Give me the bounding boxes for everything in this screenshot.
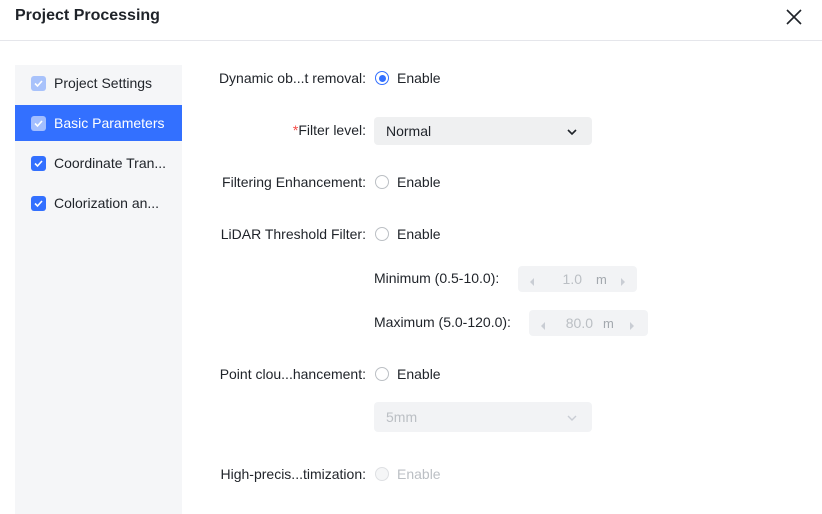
radio-selected-icon (375, 71, 389, 85)
radio-unselected-icon (375, 175, 389, 189)
sidebar-item-project-settings[interactable]: Project Settings (15, 65, 182, 101)
radio-unselected-icon (375, 367, 389, 381)
dialog-title: Project Processing (15, 7, 160, 24)
sidebar-item-label: Colorization an... (54, 195, 160, 211)
radio-label: Enable (397, 70, 441, 86)
point-cloud-resolution-select[interactable]: 5mm (374, 402, 592, 432)
filtering-enhancement-label: Filtering Enhancement: (222, 174, 366, 190)
radio-disabled-icon (375, 467, 389, 481)
minimum-label: Minimum (0.5-10.0): (374, 270, 500, 286)
increment-icon[interactable] (619, 274, 627, 286)
dynamic-object-removal-radio[interactable]: Enable (375, 70, 441, 86)
maximum-label: Maximum (5.0-120.0): (374, 314, 511, 330)
radio-label: Enable (397, 466, 441, 482)
sidebar-item-label: Coordinate Tran... (54, 155, 167, 171)
point-cloud-enhancement-label: Point clou...hancement: (219, 366, 366, 382)
close-icon[interactable] (784, 7, 804, 27)
sidebar-item-colorization[interactable]: Colorization an... (15, 185, 182, 221)
filter-level-value: Normal (386, 123, 432, 139)
point-cloud-enhancement-radio[interactable]: Enable (375, 366, 441, 382)
sidebar-item-coordinate-transformation[interactable]: Coordinate Tran... (15, 145, 182, 181)
chevron-down-icon (566, 411, 578, 423)
maximum-stepper[interactable]: 80.0 m (529, 310, 648, 336)
checkbox-checked-icon (31, 195, 46, 211)
dialog-header: Project Processing (0, 0, 822, 41)
checkbox-checked-icon (31, 115, 46, 131)
maximum-unit: m (603, 315, 614, 331)
checkbox-checked-icon (31, 75, 46, 91)
filter-level-label-text: Filter level: (298, 122, 366, 138)
increment-icon[interactable] (628, 318, 636, 330)
filter-level-select[interactable]: Normal (374, 117, 592, 145)
radio-unselected-icon (375, 227, 389, 241)
sidebar-item-label: Project Settings (54, 75, 153, 91)
lidar-threshold-filter-radio[interactable]: Enable (375, 226, 441, 242)
radio-label: Enable (397, 226, 441, 242)
maximum-value: 80.0 (565, 315, 593, 331)
minimum-stepper[interactable]: 1.0 m (518, 266, 637, 292)
minimum-unit: m (596, 271, 607, 287)
minimum-value: 1.0 (562, 271, 582, 287)
sidebar-item-basic-parameters[interactable]: Basic Parameters (15, 105, 182, 141)
sidebar-item-label: Basic Parameters (54, 115, 165, 131)
decrement-icon[interactable] (528, 274, 536, 286)
high-precision-optimization-label: High-precis...timization: (220, 466, 367, 482)
dynamic-object-removal-label: Dynamic ob...t removal: (218, 70, 366, 86)
high-precision-optimization-radio[interactable]: Enable (375, 466, 441, 482)
point-cloud-resolution-value: 5mm (386, 409, 418, 425)
chevron-down-icon (566, 125, 578, 137)
decrement-icon[interactable] (539, 318, 547, 330)
sidebar: Project Settings Basic Parameters Coordi… (15, 65, 182, 514)
lidar-threshold-filter-label: LiDAR Threshold Filter: (220, 226, 366, 242)
filtering-enhancement-radio[interactable]: Enable (375, 174, 441, 190)
checkbox-checked-icon (31, 155, 46, 171)
radio-label: Enable (397, 174, 441, 190)
filter-level-label: *Filter level: (293, 122, 366, 138)
radio-label: Enable (397, 366, 441, 382)
